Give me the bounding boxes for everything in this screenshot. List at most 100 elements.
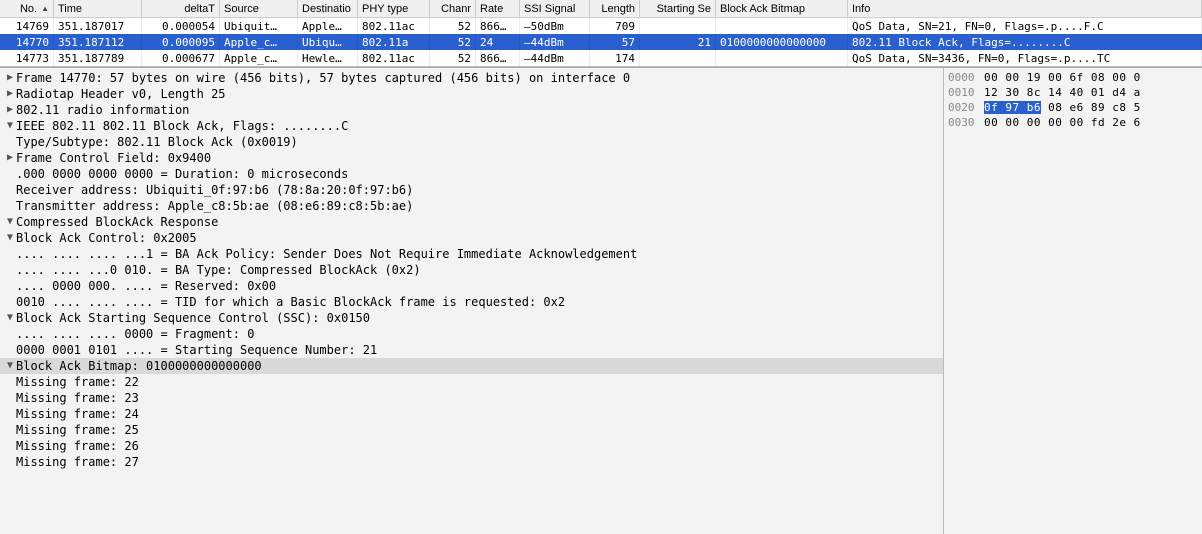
- expand-icon[interactable]: ▶: [4, 86, 16, 102]
- hex-row[interactable]: 00200f 97 b6 08 e6 89 c8 5: [948, 100, 1198, 115]
- hex-row[interactable]: 000000 00 19 00 6f 08 00 0: [948, 70, 1198, 85]
- col-header-deltat[interactable]: deltaT: [142, 0, 220, 17]
- tree-label: Frame Control Field: 0x9400: [16, 150, 211, 166]
- cell-phy: 802.11a: [358, 34, 430, 50]
- tree-row[interactable]: ▶Frame Control Field: 0x9400: [0, 150, 943, 166]
- packet-row[interactable]: 14770351.1871120.000095Apple_c…Ubiqu…802…: [0, 34, 1202, 50]
- col-header-info[interactable]: Info: [848, 0, 1202, 17]
- expand-icon[interactable]: ▶: [4, 102, 16, 118]
- tree-row[interactable]: .... .... .... ...1 = BA Ack Policy: Sen…: [0, 246, 943, 262]
- collapse-icon[interactable]: ▼: [4, 214, 16, 230]
- cell-dst: Ubiqu…: [298, 34, 358, 50]
- cell-phy: 802.11ac: [358, 50, 430, 66]
- hex-bytes: 00 00 00 00 00 fd 2e 6: [984, 115, 1141, 130]
- tree-row[interactable]: Transmitter address: Apple_c8:5b:ae (08:…: [0, 198, 943, 214]
- tree-label: Block Ack Control: 0x2005: [16, 230, 197, 246]
- col-header-destination[interactable]: Destinatio: [298, 0, 358, 17]
- col-header-phytype[interactable]: PHY type: [358, 0, 430, 17]
- col-header-blockack-bitmap[interactable]: Block Ack Bitmap: [716, 0, 848, 17]
- tree-row[interactable]: Missing frame: 27: [0, 454, 943, 470]
- sort-asc-icon: ▲: [41, 4, 49, 13]
- collapse-icon[interactable]: ▼: [4, 358, 16, 374]
- tree-row[interactable]: ▼Block Ack Starting Sequence Control (SS…: [0, 310, 943, 326]
- tree-label: Missing frame: 25: [16, 422, 139, 438]
- tree-label: 802.11 radio information: [16, 102, 189, 118]
- tree-row[interactable]: .... .... ...0 010. = BA Type: Compresse…: [0, 262, 943, 278]
- tree-label: Block Ack Bitmap: 0100000000000000: [16, 358, 262, 374]
- tree-row[interactable]: Missing frame: 25: [0, 422, 943, 438]
- tree-row[interactable]: .... 0000 000. .... = Reserved: 0x00: [0, 278, 943, 294]
- tree-row[interactable]: Receiver address: Ubiquiti_0f:97:b6 (78:…: [0, 182, 943, 198]
- col-header-length[interactable]: Length: [590, 0, 640, 17]
- packet-row[interactable]: 14769351.1870170.000054Ubiquit…Apple…802…: [0, 18, 1202, 34]
- cell-deltat: 0.000677: [142, 50, 220, 66]
- tree-row[interactable]: 0000 0001 0101 .... = Starting Sequence …: [0, 342, 943, 358]
- collapse-icon[interactable]: ▼: [4, 230, 16, 246]
- packet-list-header[interactable]: No.▲ Time deltaT Source Destinatio PHY t…: [0, 0, 1202, 18]
- tree-label: IEEE 802.11 802.11 Block Ack, Flags: ...…: [16, 118, 348, 134]
- collapse-icon[interactable]: ▼: [4, 310, 16, 326]
- cell-info: QoS Data, SN=3436, FN=0, Flags=.p....TC: [848, 50, 1202, 66]
- tree-label: Receiver address: Ubiquiti_0f:97:b6 (78:…: [16, 182, 413, 198]
- collapse-icon[interactable]: ▼: [4, 118, 16, 134]
- hex-bytes: 00 00 19 00 6f 08 00 0: [984, 70, 1141, 85]
- tree-label: Missing frame: 22: [16, 374, 139, 390]
- col-header-time[interactable]: Time: [54, 0, 142, 17]
- tree-row[interactable]: ▶Frame 14770: 57 bytes on wire (456 bits…: [0, 70, 943, 86]
- col-header-startseq[interactable]: Starting Se: [640, 0, 716, 17]
- packet-row[interactable]: 14773351.1877890.000677Apple_c…Hewle…802…: [0, 50, 1202, 66]
- cell-phy: 802.11ac: [358, 18, 430, 34]
- cell-dst: Apple…: [298, 18, 358, 34]
- protocol-tree[interactable]: ▶Frame 14770: 57 bytes on wire (456 bits…: [0, 68, 944, 534]
- hex-dump[interactable]: 000000 00 19 00 6f 08 00 0001012 30 8c 1…: [944, 68, 1202, 534]
- bottom-panes: ▶Frame 14770: 57 bytes on wire (456 bits…: [0, 67, 1202, 534]
- tree-row[interactable]: .000 0000 0000 0000 = Duration: 0 micros…: [0, 166, 943, 182]
- tree-row[interactable]: ▼Block Ack Control: 0x2005: [0, 230, 943, 246]
- expand-icon[interactable]: ▶: [4, 150, 16, 166]
- packet-list[interactable]: No.▲ Time deltaT Source Destinatio PHY t…: [0, 0, 1202, 67]
- tree-row[interactable]: Type/Subtype: 802.11 Block Ack (0x0019): [0, 134, 943, 150]
- tree-row[interactable]: ▶802.11 radio information: [0, 102, 943, 118]
- hex-offset: 0010: [948, 85, 984, 100]
- tree-row[interactable]: Missing frame: 26: [0, 438, 943, 454]
- hex-bytes: 12 30 8c 14 40 01 d4 a: [984, 85, 1141, 100]
- tree-row[interactable]: Missing frame: 23: [0, 390, 943, 406]
- cell-no: 14773: [0, 50, 54, 66]
- cell-chan: 52: [430, 50, 476, 66]
- cell-len: 174: [590, 50, 640, 66]
- tree-row[interactable]: 0010 .... .... .... = TID for which a Ba…: [0, 294, 943, 310]
- hex-selected-bytes: 0f 97 b6: [984, 101, 1041, 114]
- expand-icon[interactable]: ▶: [4, 70, 16, 86]
- hex-offset: 0000: [948, 70, 984, 85]
- tree-label: 0000 0001 0101 .... = Starting Sequence …: [16, 342, 377, 358]
- cell-len: 57: [590, 34, 640, 50]
- hex-row[interactable]: 001012 30 8c 14 40 01 d4 a: [948, 85, 1198, 100]
- col-header-ssi[interactable]: SSI Signal: [520, 0, 590, 17]
- tree-label: Type/Subtype: 802.11 Block Ack (0x0019): [16, 134, 298, 150]
- tree-label: Transmitter address: Apple_c8:5b:ae (08:…: [16, 198, 413, 214]
- cell-no: 14769: [0, 18, 54, 34]
- tree-row[interactable]: .... .... .... 0000 = Fragment: 0: [0, 326, 943, 342]
- tree-row[interactable]: ▼Compressed BlockAck Response: [0, 214, 943, 230]
- hex-row[interactable]: 003000 00 00 00 00 fd 2e 6: [948, 115, 1198, 130]
- col-header-no[interactable]: No.▲: [0, 0, 54, 17]
- cell-info: 802.11 Block Ack, Flags=........C: [848, 34, 1202, 50]
- cell-sseq: [640, 18, 716, 34]
- cell-ssi: –50dBm: [520, 18, 590, 34]
- tree-row[interactable]: ▼Block Ack Bitmap: 0100000000000000: [0, 358, 943, 374]
- cell-dst: Hewle…: [298, 50, 358, 66]
- col-header-rate[interactable]: Rate: [476, 0, 520, 17]
- cell-chan: 52: [430, 18, 476, 34]
- tree-label: .... 0000 000. .... = Reserved: 0x00: [16, 278, 276, 294]
- tree-row[interactable]: Missing frame: 22: [0, 374, 943, 390]
- tree-row[interactable]: ▼IEEE 802.11 802.11 Block Ack, Flags: ..…: [0, 118, 943, 134]
- tree-row[interactable]: ▶Radiotap Header v0, Length 25: [0, 86, 943, 102]
- packet-list-body[interactable]: 14769351.1870170.000054Ubiquit…Apple…802…: [0, 18, 1202, 66]
- col-header-source[interactable]: Source: [220, 0, 298, 17]
- col-header-channel[interactable]: Chanr: [430, 0, 476, 17]
- tree-label: Missing frame: 23: [16, 390, 139, 406]
- cell-src: Ubiquit…: [220, 18, 298, 34]
- tree-label: Frame 14770: 57 bytes on wire (456 bits)…: [16, 70, 630, 86]
- tree-row[interactable]: Missing frame: 24: [0, 406, 943, 422]
- cell-rate: 866…: [476, 50, 520, 66]
